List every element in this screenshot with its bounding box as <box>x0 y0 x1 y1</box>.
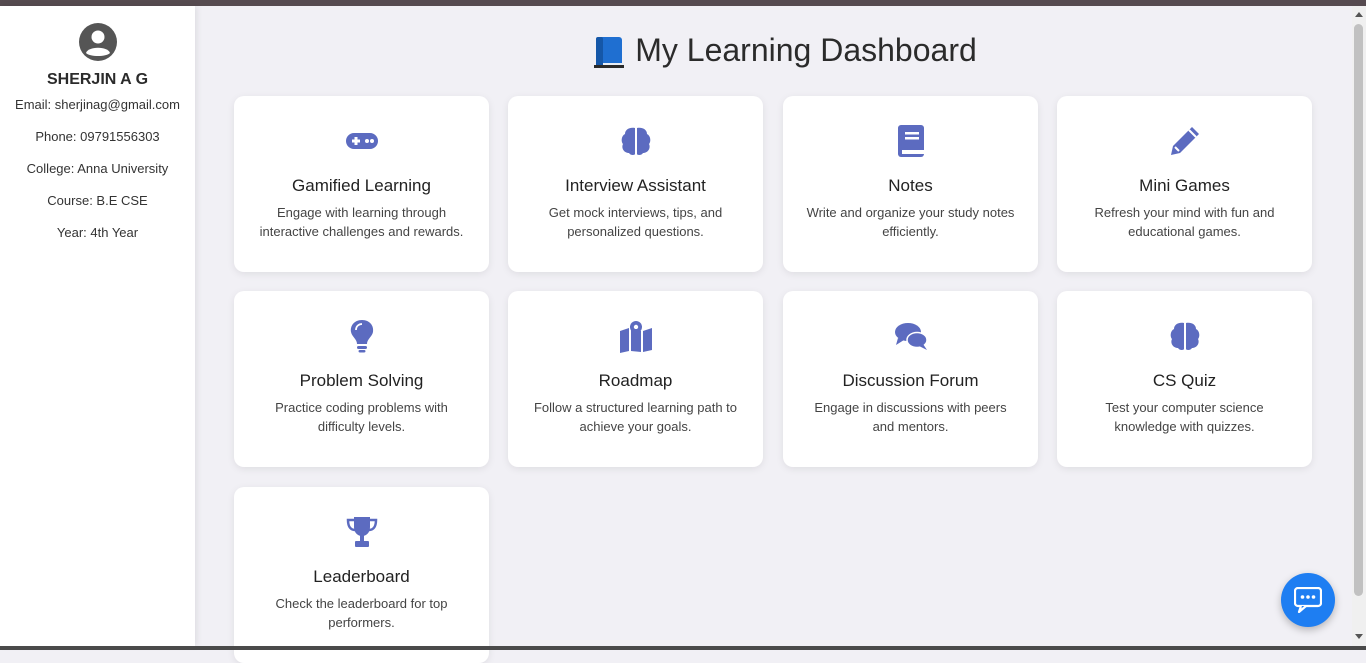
card-gamified-learning[interactable]: Gamified Learning Engage with learning t… <box>234 96 489 272</box>
dashboard-main: My Learning Dashboard Gamified Learning … <box>195 6 1352 663</box>
card-title: Discussion Forum <box>842 371 979 390</box>
profile-email: Email: sherjinag@gmail.com <box>15 97 180 112</box>
gamepad-icon <box>346 133 378 149</box>
card-title: Mini Games <box>1139 176 1230 195</box>
card-title: Gamified Learning <box>292 176 431 195</box>
chat-icon <box>1294 587 1322 613</box>
card-description: Check the leaderboard for top performers… <box>275 596 448 630</box>
card-description: Engage with learning through interactive… <box>259 205 464 239</box>
lightbulb-icon <box>350 320 374 353</box>
profile-year: Year: 4th Year <box>56 225 139 240</box>
card-description: Follow a structured learning path to ach… <box>533 400 738 434</box>
profile-course: Course: B.E CSE <box>47 193 148 208</box>
scrollbar-thumb[interactable] <box>1354 24 1363 596</box>
profile-college: College: Anna University <box>26 161 169 176</box>
scroll-down-arrow-icon[interactable] <box>1355 634 1363 639</box>
card-description: Practice coding problems with difficulty… <box>275 400 448 434</box>
card-title: Notes <box>888 176 933 195</box>
user-circle-icon <box>79 23 117 61</box>
card-mini-games[interactable]: Mini Games Refresh your mind with fun an… <box>1057 96 1312 272</box>
card-description: Refresh your mind with fun and education… <box>1094 205 1275 239</box>
card-leaderboard[interactable]: Leaderboard Check the leaderboard for to… <box>234 487 489 663</box>
card-description: Engage in discussions with peers and men… <box>814 400 1007 434</box>
card-title: Leaderboard <box>313 567 410 586</box>
page-title: My Learning Dashboard <box>195 32 1366 71</box>
vertical-scrollbar[interactable] <box>1352 6 1366 646</box>
book-icon <box>898 125 924 157</box>
window-bottom-bar <box>0 646 1366 650</box>
card-title: Interview Assistant <box>565 176 706 195</box>
trophy-icon <box>346 517 378 547</box>
card-description: Get mock interviews, tips, and personali… <box>548 205 723 239</box>
page-title-text: My Learning Dashboard <box>635 32 977 68</box>
pencil-icon <box>1171 127 1199 155</box>
map-icon <box>620 321 652 353</box>
card-roadmap[interactable]: Roadmap Follow a structured learning pat… <box>508 291 763 467</box>
card-title: CS Quiz <box>1152 371 1217 390</box>
brain-icon <box>1170 322 1200 350</box>
comments-icon <box>895 323 928 350</box>
card-description: Test your computer science knowledge wit… <box>1105 400 1264 434</box>
card-interview-assistant[interactable]: Interview Assistant Get mock interviews,… <box>508 96 763 272</box>
profile-sidebar: SHERJIN A G Email: sherjinag@gmail.com P… <box>0 6 195 646</box>
card-title: Roadmap <box>598 371 673 390</box>
card-problem-solving[interactable]: Problem Solving Practice coding problems… <box>234 291 489 467</box>
card-discussion-forum[interactable]: Discussion Forum Engage in discussions w… <box>783 291 1038 467</box>
card-cs-quiz[interactable]: CS Quiz Test your computer science knowl… <box>1057 291 1312 467</box>
scroll-up-arrow-icon[interactable] <box>1355 12 1363 17</box>
card-description: Write and organize your study notes effi… <box>806 205 1015 239</box>
profile-phone: Phone: 09791556303 <box>35 129 160 144</box>
brain-icon <box>621 127 651 155</box>
chat-button[interactable] <box>1281 573 1335 627</box>
card-title: Problem Solving <box>299 371 424 390</box>
card-notes[interactable]: Notes Write and organize your study note… <box>783 96 1038 272</box>
profile-name: SHERJIN A G <box>46 71 149 88</box>
blue-book-icon <box>594 36 625 69</box>
